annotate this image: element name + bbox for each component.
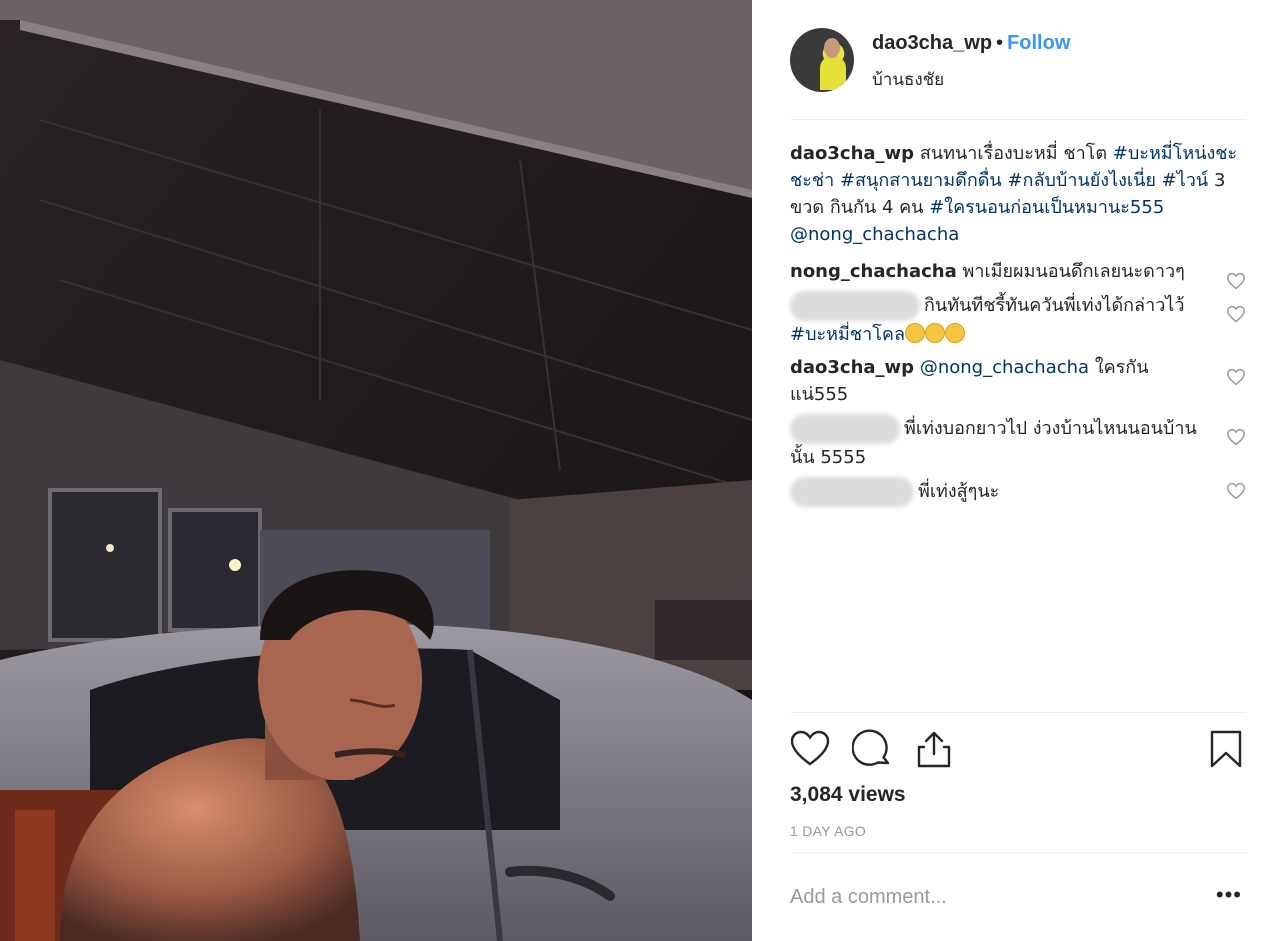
post-location[interactable]: บ้านธงชัย <box>872 66 944 93</box>
post-photo[interactable] <box>0 0 752 941</box>
share-icon[interactable] <box>914 729 954 769</box>
caption-username[interactable]: dao3cha_wp <box>790 143 914 164</box>
comments-list: dao3cha_wp สนทนาเรื่องบะหมี่ ชาโต #บะหมี… <box>790 140 1246 513</box>
post-actions: 3,084 views 1 DAY AGO <box>790 712 1246 853</box>
comment-item: กินทันทีชรี้ทันควันพี่เท่งได้กล่าวไว้ #บ… <box>790 291 1246 348</box>
caption-text: สนทนาเรื่องบะหมี่ ชาโต <box>919 143 1108 164</box>
add-comment-input[interactable]: Add a comment... <box>790 886 947 909</box>
comment-text: กินทันทีชรี้ทันควันพี่เท่งได้กล่าวไว้ <box>924 295 1185 316</box>
mention-link[interactable]: @nong_chachacha <box>920 357 1089 378</box>
post-sidebar: dao3cha_wp • Follow บ้านธงชัย dao3cha_wp ส… <box>752 0 1280 941</box>
redacted-username <box>790 291 920 321</box>
comment-item: พี่เท่งบอกยาวไป ง่วงบ้านไหนนอนบ้านนั้น 5… <box>790 414 1246 471</box>
comment-item: nong_chachacha พาเมียผมนอนดึกเลยนะดาวๆ <box>790 258 1246 290</box>
hashtag-link[interactable]: #กลับบ้านยังไงเนี่ย <box>1007 170 1155 191</box>
post-timestamp[interactable]: 1 DAY AGO <box>790 823 866 839</box>
redacted-username <box>790 477 914 507</box>
post-caption: dao3cha_wp สนทนาเรื่องบะหมี่ ชาโต #บะหมี… <box>790 140 1246 248</box>
post-header: dao3cha_wp • Follow บ้านธงชัย <box>790 24 1246 120</box>
hashtag-link[interactable]: #ใครนอนก่อนเป็นหมานะ555 <box>929 197 1164 218</box>
grin-emoji-icon <box>904 323 925 343</box>
heart-icon[interactable] <box>790 729 830 769</box>
bookmark-icon[interactable] <box>1206 729 1246 769</box>
username-row: dao3cha_wp • Follow <box>872 32 1070 55</box>
comment-like-heart-icon[interactable] <box>1226 368 1246 386</box>
comment-icon[interactable] <box>852 729 892 769</box>
grin-emoji-icon <box>944 323 965 343</box>
avatar[interactable] <box>790 28 854 92</box>
post-username[interactable]: dao3cha_wp <box>872 32 992 54</box>
comment-item: dao3cha_wp @nong_chachacha ใครกันแน่555 <box>790 354 1246 408</box>
comment-like-heart-icon[interactable] <box>1226 272 1246 290</box>
mention-link[interactable]: @nong_chachacha <box>790 224 959 245</box>
photo-illustration <box>0 0 752 941</box>
comment-like-heart-icon[interactable] <box>1226 482 1246 500</box>
grin-emoji-icon <box>924 323 945 343</box>
more-options-button[interactable]: ••• <box>1216 882 1242 908</box>
comment-composer[interactable]: Add a comment... ••• <box>790 870 1246 920</box>
avatar-face <box>824 38 840 58</box>
comment-like-heart-icon[interactable] <box>1226 305 1246 323</box>
comment-text: พาเมียผมนอนดึกเลยนะดาวๆ <box>962 261 1185 282</box>
hashtag-link[interactable]: #ไวน์ <box>1162 170 1209 191</box>
comment-username[interactable]: dao3cha_wp <box>790 357 914 378</box>
comment-like-heart-icon[interactable] <box>1226 428 1246 446</box>
separator-dot: • <box>996 32 1004 54</box>
comment-username[interactable]: nong_chachacha <box>790 261 957 282</box>
hashtag-link[interactable]: #บะหมี่ชาโคล <box>790 324 905 345</box>
hashtag-link[interactable]: #สนุกสานยามดึกดื่น <box>840 170 1002 191</box>
view-count[interactable]: 3,084 views <box>790 783 906 807</box>
comment-item: พี่เท่งสู้ๆนะ <box>790 477 1246 507</box>
comment-text: พี่เท่งสู้ๆนะ <box>918 481 1000 502</box>
avatar-figure <box>820 56 846 90</box>
follow-button[interactable]: Follow <box>1007 32 1070 54</box>
redacted-username <box>790 414 900 444</box>
